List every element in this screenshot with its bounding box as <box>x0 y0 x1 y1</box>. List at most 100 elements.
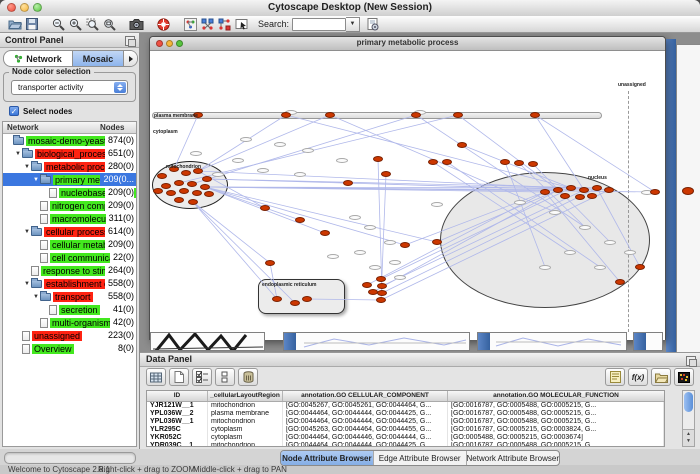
network-node-small[interactable] <box>384 240 396 245</box>
network-node[interactable] <box>604 187 614 193</box>
col-cellular-layout-region[interactable]: _cellularLayoutRegion <box>208 391 283 401</box>
network-node[interactable] <box>635 264 645 270</box>
network-edge[interactable] <box>307 299 381 300</box>
cell-id[interactable]: YJR121W__1 <box>147 402 208 410</box>
background-window-strip[interactable] <box>283 332 470 351</box>
tab-network-attribute-browser[interactable]: Network Attribute Browser <box>466 451 559 465</box>
network-node-small[interactable] <box>549 210 561 215</box>
tree-row[interactable]: ▼transport558(0) <box>3 290 136 303</box>
network-node-small[interactable] <box>190 151 202 156</box>
network-edge[interactable] <box>367 192 545 285</box>
cell-id[interactable]: YLR295C <box>147 426 208 434</box>
tree-col-nodes[interactable]: Nodes <box>100 122 124 133</box>
import-attributes-button[interactable] <box>651 368 671 386</box>
col-id[interactable]: ID <box>147 391 208 401</box>
cell-id[interactable]: YPL036W__2 <box>147 410 208 418</box>
cell-mf[interactable]: [GO:0016787, GO:0005488, GO:0005215, G..… <box>448 410 664 418</box>
cell-region[interactable]: mitochondrion <box>208 418 283 426</box>
network-node[interactable] <box>320 230 330 236</box>
cell-region[interactable]: plasma membrane <box>208 410 283 418</box>
tree-row[interactable]: ▼primary metabolic209(0... <box>3 173 136 186</box>
network-node[interactable] <box>530 112 540 118</box>
create-attribute-button[interactable] <box>169 368 189 386</box>
network-edge[interactable] <box>174 115 198 169</box>
attribute-list-button[interactable] <box>215 368 235 386</box>
select-nodes-checkbox[interactable] <box>9 106 19 116</box>
delete-attribute-button[interactable] <box>238 368 258 386</box>
network-node[interactable] <box>376 297 386 303</box>
tree-row[interactable]: response to stimulu264(0) <box>3 264 136 277</box>
cell-id[interactable]: YPL036W__1 <box>147 418 208 426</box>
network-node[interactable] <box>428 159 438 165</box>
network-node[interactable] <box>579 187 589 193</box>
tree-row[interactable]: Overview8(0) <box>3 342 136 355</box>
network-node-small[interactable] <box>564 250 576 255</box>
tree-row[interactable]: ▼metabolic process280(0) <box>3 160 136 173</box>
network-node[interactable] <box>411 112 421 118</box>
network-node[interactable] <box>377 290 387 296</box>
tree-row[interactable]: secretion41(0) <box>3 303 136 316</box>
background-window-art[interactable] <box>150 332 265 351</box>
network-node-small[interactable] <box>354 250 366 255</box>
network-view-titlebar[interactable]: primary metabolic process <box>150 37 665 51</box>
matrix-view-button[interactable] <box>674 368 694 386</box>
network-node-small[interactable] <box>624 250 636 255</box>
network-node[interactable] <box>587 193 597 199</box>
background-window-strip[interactable] <box>477 332 627 351</box>
table-row[interactable]: YJR121W__1mitochondrion[GO:0045267, GO:0… <box>147 402 664 410</box>
network-node-small[interactable] <box>514 200 526 205</box>
network-node[interactable] <box>174 180 184 186</box>
tree-row[interactable]: cellular metaboli209(0) <box>3 238 136 251</box>
network-node[interactable] <box>381 171 391 177</box>
annotation-button[interactable] <box>233 17 250 32</box>
network-node[interactable] <box>362 282 372 288</box>
expander-icon[interactable]: ▼ <box>23 229 31 235</box>
function-builder-button[interactable]: f(x) <box>628 368 648 386</box>
network-node-small[interactable] <box>579 225 591 230</box>
cell-cc[interactable]: [GO:0044464, GO:0044444, GO:0044425, G..… <box>283 410 448 418</box>
cell-cc[interactable]: [GO:0045267, GO:0045261, GO:0044464, G..… <box>283 402 448 410</box>
network-node[interactable] <box>457 142 467 148</box>
cell-cc[interactable]: [GO:0044464, GO:0044444, GO:0044425, G..… <box>283 418 448 426</box>
network-node-small[interactable] <box>294 172 306 177</box>
network-node[interactable] <box>592 185 602 191</box>
tree-col-network[interactable]: Network <box>7 122 39 133</box>
table-scrollbar[interactable]: ▲▼ <box>682 390 695 447</box>
zoom-fit-button[interactable] <box>101 17 118 32</box>
network-node[interactable] <box>265 260 275 266</box>
background-window-sliver[interactable] <box>676 44 700 352</box>
layout-tool-2-button[interactable] <box>216 17 233 32</box>
search-input[interactable] <box>292 18 346 31</box>
network-node-small[interactable] <box>257 168 269 173</box>
background-window-strip[interactable] <box>633 332 663 351</box>
network-node[interactable] <box>200 184 210 190</box>
notes-button[interactable] <box>605 368 625 386</box>
network-node-small[interactable] <box>431 202 443 207</box>
tree-row[interactable]: cell communicati22(0) <box>3 251 136 264</box>
scroll-up-icon[interactable]: ▲ <box>686 431 691 438</box>
scrollbar-thumb[interactable] <box>684 392 693 412</box>
save-session-button[interactable] <box>23 17 40 32</box>
network-edge[interactable] <box>597 188 640 267</box>
network-node-small[interactable] <box>594 265 606 270</box>
network-node[interactable] <box>188 199 198 205</box>
network-node[interactable] <box>295 217 305 223</box>
expander-icon[interactable]: ▼ <box>32 294 40 300</box>
network-node[interactable] <box>432 239 442 245</box>
network-node-small[interactable] <box>240 137 252 142</box>
cell-cc[interactable]: [GO:0045263, GO:0044464, GO:0044455, G..… <box>283 426 448 434</box>
network-node[interactable] <box>281 112 291 118</box>
tab-edge-attribute-browser[interactable]: Edge Attribute Browser <box>373 451 466 465</box>
cell-mf[interactable]: [GO:0005488, GO:0005215, GO:0003674] <box>448 434 664 442</box>
table-row[interactable]: YKR052Ccytoplasm[GO:0044464, GO:0044446,… <box>147 434 664 442</box>
network-node-small[interactable] <box>274 142 286 147</box>
float-panel-icon[interactable] <box>686 356 696 366</box>
network-node-small[interactable] <box>302 148 314 153</box>
network-edge[interactable] <box>381 190 609 300</box>
expander-icon[interactable]: ▼ <box>23 164 31 170</box>
network-node[interactable] <box>302 296 312 302</box>
network-node-small[interactable] <box>364 225 376 230</box>
network-node[interactable] <box>566 185 576 191</box>
network-node[interactable] <box>377 283 387 289</box>
network-node[interactable] <box>290 300 300 306</box>
